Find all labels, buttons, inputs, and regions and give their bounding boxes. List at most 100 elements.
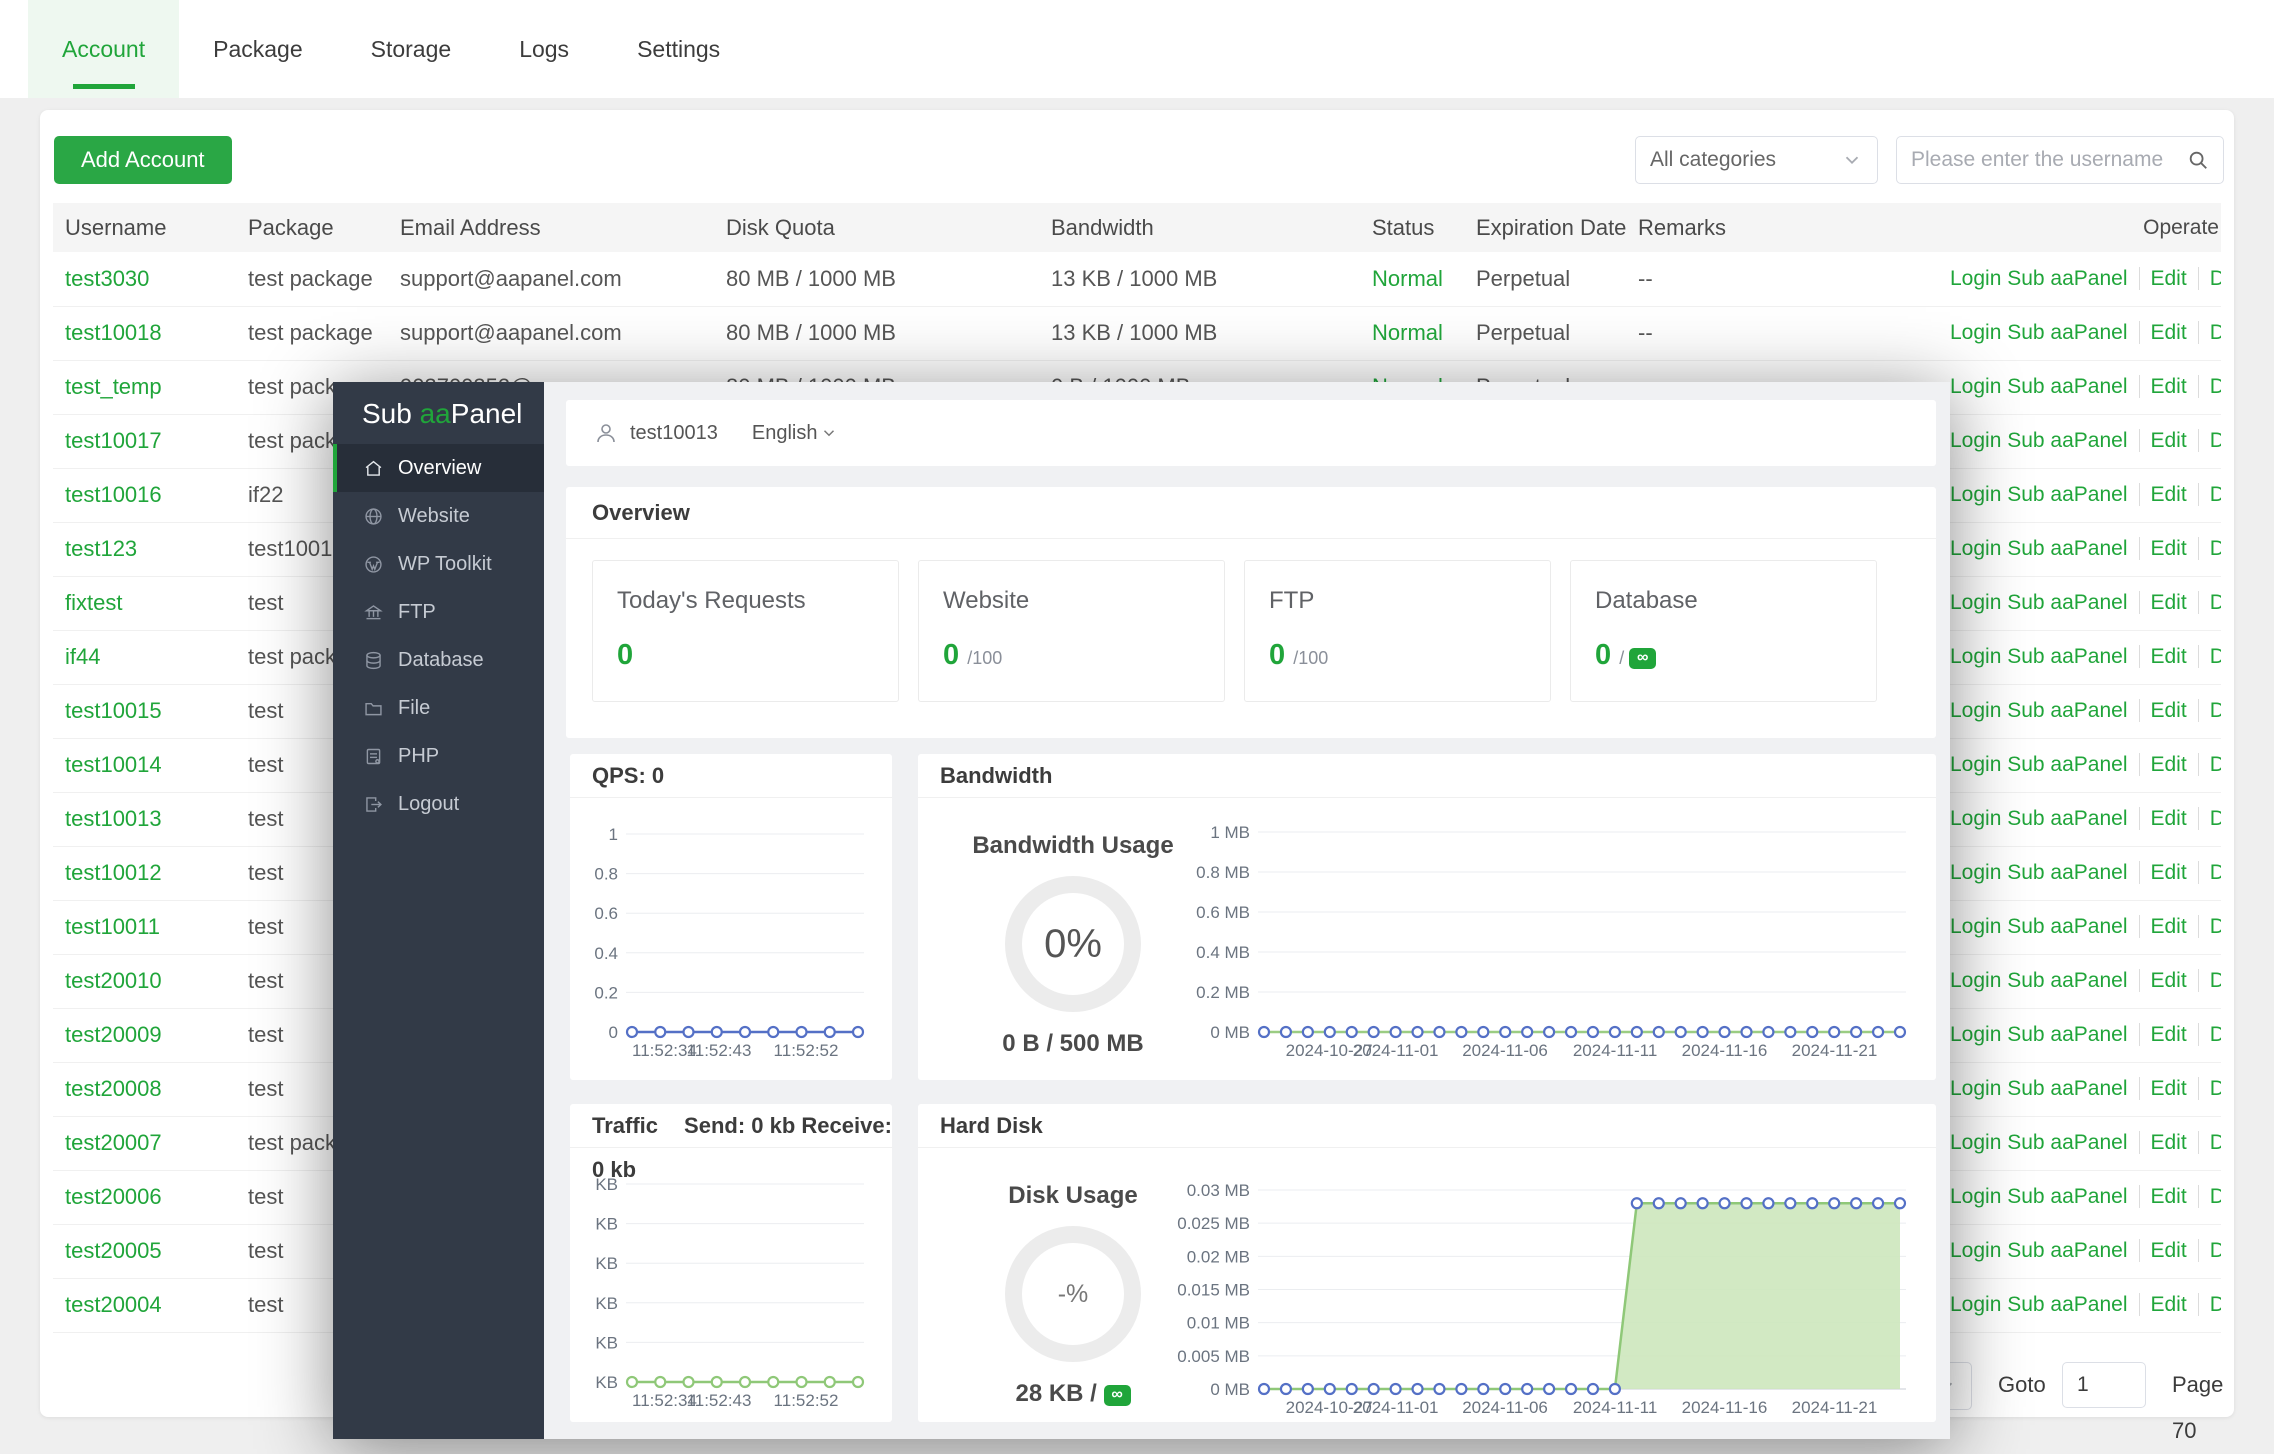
login-sub-aapanel-link[interactable]: Login Sub aaPanel (1950, 267, 2128, 290)
username-link[interactable]: test20010 (65, 968, 162, 993)
edit-link[interactable]: Edit (2139, 375, 2187, 398)
sidebar-item-php[interactable]: PHP (333, 732, 544, 780)
edit-link[interactable]: Edit (2139, 537, 2187, 560)
username-link[interactable]: fixtest (65, 590, 122, 615)
login-sub-aapanel-link[interactable]: Login Sub aaPanel (1950, 1185, 2128, 1208)
delete-link[interactable]: Delete (2198, 915, 2221, 938)
username-link[interactable]: test20006 (65, 1184, 162, 1209)
username-link[interactable]: test20007 (65, 1130, 162, 1155)
username-link[interactable]: test3030 (65, 266, 149, 291)
login-sub-aapanel-link[interactable]: Login Sub aaPanel (1950, 861, 2128, 884)
edit-link[interactable]: Edit (2139, 1023, 2187, 1046)
username-link[interactable]: test20009 (65, 1022, 162, 1047)
username-link[interactable]: test20005 (65, 1238, 162, 1263)
delete-link[interactable]: Delete (2198, 375, 2221, 398)
edit-link[interactable]: Edit (2139, 915, 2187, 938)
edit-link[interactable]: Edit (2139, 267, 2187, 290)
tab-storage[interactable]: Storage (337, 0, 486, 98)
username-link[interactable]: test20008 (65, 1076, 162, 1101)
tab-logs[interactable]: Logs (485, 0, 603, 98)
username-link[interactable]: test10013 (65, 806, 162, 831)
sidebar-item-website[interactable]: Website (333, 492, 544, 540)
username-link[interactable]: test_temp (65, 374, 162, 399)
username-link[interactable]: test10016 (65, 482, 162, 507)
edit-link[interactable]: Edit (2139, 861, 2187, 884)
edit-link[interactable]: Edit (2139, 645, 2187, 668)
login-sub-aapanel-link[interactable]: Login Sub aaPanel (1950, 537, 2128, 560)
login-sub-aapanel-link[interactable]: Login Sub aaPanel (1950, 375, 2128, 398)
goto-page-input[interactable] (2062, 1362, 2146, 1408)
tab-package[interactable]: Package (179, 0, 337, 98)
sidebar-item-logout[interactable]: Logout (333, 780, 544, 828)
login-sub-aapanel-link[interactable]: Login Sub aaPanel (1950, 429, 2128, 452)
language-select[interactable]: English (752, 422, 839, 445)
delete-link[interactable]: Delete (2198, 483, 2221, 506)
login-sub-aapanel-link[interactable]: Login Sub aaPanel (1950, 483, 2128, 506)
login-sub-aapanel-link[interactable]: Login Sub aaPanel (1950, 321, 2128, 344)
login-sub-aapanel-link[interactable]: Login Sub aaPanel (1950, 645, 2128, 668)
delete-link[interactable]: Delete (2198, 429, 2221, 452)
sidebar-item-database[interactable]: Database (333, 636, 544, 684)
sidebar-item-wp-toolkit[interactable]: WP Toolkit (333, 540, 544, 588)
username-link[interactable]: test10012 (65, 860, 162, 885)
username-link[interactable]: test10017 (65, 428, 162, 453)
login-sub-aapanel-link[interactable]: Login Sub aaPanel (1950, 807, 2128, 830)
edit-link[interactable]: Edit (2139, 429, 2187, 452)
add-account-button[interactable]: Add Account (54, 136, 232, 184)
delete-link[interactable]: Delete (2198, 807, 2221, 830)
delete-link[interactable]: Delete (2198, 1239, 2221, 1262)
category-select[interactable]: All categories (1635, 136, 1878, 184)
edit-link[interactable]: Edit (2139, 483, 2187, 506)
login-sub-aapanel-link[interactable]: Login Sub aaPanel (1950, 1077, 2128, 1100)
login-sub-aapanel-link[interactable]: Login Sub aaPanel (1950, 753, 2128, 776)
delete-link[interactable]: Delete (2198, 645, 2221, 668)
delete-link[interactable]: Delete (2198, 969, 2221, 992)
username-link[interactable]: if44 (65, 644, 100, 669)
login-sub-aapanel-link[interactable]: Login Sub aaPanel (1950, 1023, 2128, 1046)
username-search[interactable] (1896, 136, 2224, 184)
delete-link[interactable]: Delete (2198, 1293, 2221, 1316)
tab-account[interactable]: Account (28, 0, 179, 98)
search-icon[interactable] (2187, 149, 2209, 171)
username-link[interactable]: test20004 (65, 1292, 162, 1317)
edit-link[interactable]: Edit (2139, 1131, 2187, 1154)
edit-link[interactable]: Edit (2139, 1293, 2187, 1316)
delete-link[interactable]: Delete (2198, 591, 2221, 614)
edit-link[interactable]: Edit (2139, 699, 2187, 722)
delete-link[interactable]: Delete (2198, 267, 2221, 290)
edit-link[interactable]: Edit (2139, 1239, 2187, 1262)
delete-link[interactable]: Delete (2198, 321, 2221, 344)
edit-link[interactable]: Edit (2139, 321, 2187, 344)
login-sub-aapanel-link[interactable]: Login Sub aaPanel (1950, 1293, 2128, 1316)
login-sub-aapanel-link[interactable]: Login Sub aaPanel (1950, 699, 2128, 722)
username-link[interactable]: test10011 (65, 914, 160, 939)
login-sub-aapanel-link[interactable]: Login Sub aaPanel (1950, 1239, 2128, 1262)
delete-link[interactable]: Delete (2198, 1023, 2221, 1046)
tab-settings[interactable]: Settings (603, 0, 754, 98)
login-sub-aapanel-link[interactable]: Login Sub aaPanel (1950, 969, 2128, 992)
edit-link[interactable]: Edit (2139, 1077, 2187, 1100)
delete-link[interactable]: Delete (2198, 1185, 2221, 1208)
sidebar-item-ftp[interactable]: FTP (333, 588, 544, 636)
username-link[interactable]: test10018 (65, 320, 162, 345)
login-sub-aapanel-link[interactable]: Login Sub aaPanel (1950, 591, 2128, 614)
login-sub-aapanel-link[interactable]: Login Sub aaPanel (1950, 1131, 2128, 1154)
delete-link[interactable]: Delete (2198, 1131, 2221, 1154)
delete-link[interactable]: Delete (2198, 1077, 2221, 1100)
edit-link[interactable]: Edit (2139, 969, 2187, 992)
username-link[interactable]: test10015 (65, 698, 162, 723)
delete-link[interactable]: Delete (2198, 753, 2221, 776)
sidebar-item-file[interactable]: File (333, 684, 544, 732)
edit-link[interactable]: Edit (2139, 807, 2187, 830)
sidebar-item-overview[interactable]: Overview (333, 444, 544, 492)
search-input[interactable] (1911, 148, 2187, 172)
delete-link[interactable]: Delete (2198, 537, 2221, 560)
edit-link[interactable]: Edit (2139, 753, 2187, 776)
edit-link[interactable]: Edit (2139, 1185, 2187, 1208)
delete-link[interactable]: Delete (2198, 699, 2221, 722)
username-link[interactable]: test123 (65, 536, 137, 561)
edit-link[interactable]: Edit (2139, 591, 2187, 614)
delete-link[interactable]: Delete (2198, 861, 2221, 884)
login-sub-aapanel-link[interactable]: Login Sub aaPanel (1950, 915, 2128, 938)
username-link[interactable]: test10014 (65, 752, 162, 777)
